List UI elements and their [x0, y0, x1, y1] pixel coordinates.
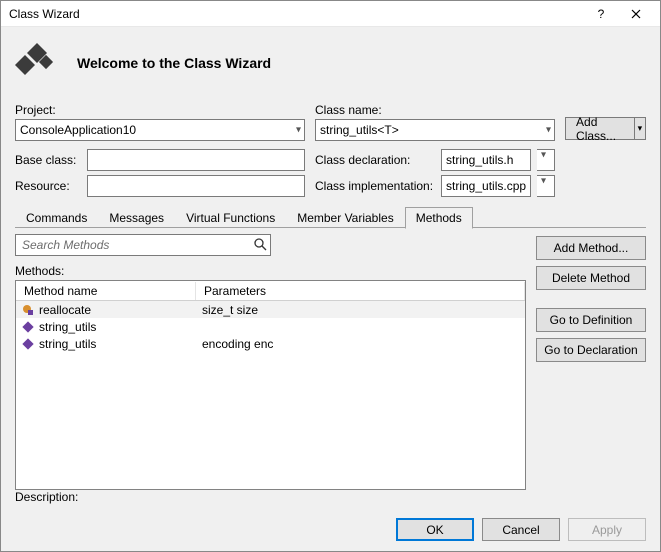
class-impl-value: string_utils.cpp: [446, 179, 526, 193]
method-params: encoding enc: [202, 337, 273, 351]
class-impl-dropdown[interactable]: ▾: [537, 175, 555, 197]
window-title: Class Wizard: [9, 7, 586, 21]
table-row[interactable]: string_utils: [16, 318, 525, 335]
cancel-button[interactable]: Cancel: [482, 518, 560, 541]
tab-commands[interactable]: Commands: [15, 207, 98, 228]
methods-grid[interactable]: Method name Parameters reallocate size_t…: [15, 280, 526, 490]
project-label: Project:: [15, 103, 305, 117]
tab-strip: Commands Messages Virtual Functions Memb…: [15, 207, 646, 228]
column-parameters[interactable]: Parameters: [196, 282, 525, 300]
class-impl-label: Class implementation:: [315, 179, 435, 193]
method-name: reallocate: [39, 303, 91, 317]
class-name-label: Class name:: [315, 103, 555, 117]
close-icon: [631, 9, 641, 19]
ok-button[interactable]: OK: [396, 518, 474, 541]
class-impl-select[interactable]: string_utils.cpp: [441, 175, 531, 197]
method-params: size_t size: [202, 303, 258, 317]
tab-messages[interactable]: Messages: [98, 207, 175, 228]
title-bar: Class Wizard ?: [1, 1, 660, 27]
go-to-definition-button[interactable]: Go to Definition: [536, 308, 646, 332]
table-row[interactable]: reallocate size_t size: [16, 301, 525, 318]
column-method-name[interactable]: Method name: [16, 282, 196, 300]
project-value: ConsoleApplication10: [20, 123, 136, 137]
close-button[interactable]: [616, 1, 656, 27]
tab-member-variables[interactable]: Member Variables: [286, 207, 404, 228]
methods-area: Methods: Method name Parameters realloca…: [15, 264, 646, 482]
welcome-header: Welcome to the Class Wizard: [15, 35, 646, 103]
method-name: string_utils: [39, 320, 96, 334]
apply-button[interactable]: Apply: [568, 518, 646, 541]
table-row[interactable]: string_utils encoding enc: [16, 335, 525, 352]
add-class-dropdown[interactable]: ▾: [634, 117, 646, 140]
class-decl-value: string_utils.h: [446, 153, 513, 167]
method-public-icon: [22, 321, 34, 333]
chevron-down-icon: ▾: [541, 149, 546, 160]
side-buttons: Add Method... Delete Method Go to Defini…: [536, 236, 646, 482]
methods-label: Methods:: [15, 264, 526, 278]
resource-label: Resource:: [15, 179, 81, 193]
wizard-logo-icon: [15, 41, 59, 85]
project-select[interactable]: ConsoleApplication10 ▾: [15, 119, 305, 141]
resource-input[interactable]: [87, 175, 305, 197]
add-method-button[interactable]: Add Method...: [536, 236, 646, 260]
add-class-split-button[interactable]: Add Class... ▾: [565, 117, 646, 140]
chevron-down-icon: ▾: [296, 125, 301, 136]
methods-grid-body: reallocate size_t size string_utils: [16, 301, 525, 489]
chevron-down-icon: ▾: [541, 175, 546, 186]
search-wrap: [15, 234, 271, 256]
method-name: string_utils: [39, 337, 96, 351]
class-decl-select[interactable]: string_utils.h: [441, 149, 531, 171]
description-label: Description:: [15, 490, 646, 504]
base-class-label: Base class:: [15, 153, 81, 167]
method-protected-icon: [22, 304, 34, 316]
base-class-input[interactable]: [87, 149, 305, 171]
class-name-select[interactable]: string_utils<T> ▾: [315, 119, 555, 141]
dialog-content: Welcome to the Class Wizard Project: Con…: [1, 27, 660, 512]
class-decl-dropdown[interactable]: ▾: [537, 149, 555, 171]
delete-method-button[interactable]: Delete Method: [536, 266, 646, 290]
tab-virtual-functions[interactable]: Virtual Functions: [175, 207, 286, 228]
add-class-button[interactable]: Add Class...: [565, 117, 634, 140]
methods-grid-header: Method name Parameters: [16, 281, 525, 301]
dialog-footer: OK Cancel Apply: [1, 512, 660, 551]
search-icon: [253, 237, 267, 251]
method-public-icon: [22, 338, 34, 350]
go-to-declaration-button[interactable]: Go to Declaration: [536, 338, 646, 362]
class-name-value: string_utils<T>: [320, 123, 399, 137]
fields-grid: Project: ConsoleApplication10 ▾ Class na…: [15, 103, 646, 197]
welcome-title: Welcome to the Class Wizard: [77, 55, 271, 71]
search-input[interactable]: [15, 234, 271, 256]
chevron-down-icon: ▾: [546, 125, 551, 136]
class-decl-label: Class declaration:: [315, 153, 435, 167]
help-button[interactable]: ?: [586, 1, 616, 27]
tab-methods[interactable]: Methods: [405, 207, 473, 229]
